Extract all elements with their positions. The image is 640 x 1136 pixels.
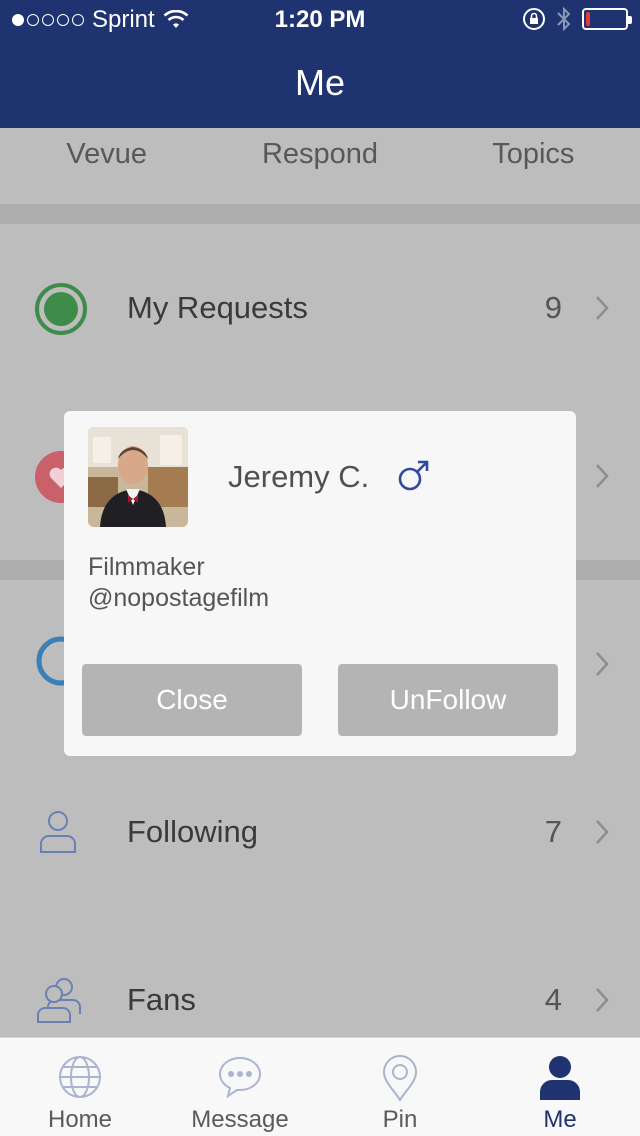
row-label: Fans: [127, 982, 196, 1017]
row-count: 4: [544, 982, 562, 1017]
battery-icon: [582, 8, 632, 30]
orientation-lock-icon: [523, 8, 545, 30]
chevron-right-icon: [596, 296, 609, 320]
tab-pin[interactable]: Pin: [320, 1038, 480, 1136]
row-count: 7: [544, 814, 562, 849]
user-name: Jeremy C.: [228, 459, 370, 494]
tab-topics[interactable]: Topics: [427, 128, 640, 204]
list-item-my-requests[interactable]: My Requests 9: [0, 248, 640, 368]
chevron-right-icon: [596, 464, 609, 488]
tab-label: Home: [47, 1106, 113, 1133]
chevron-right-icon: [596, 652, 609, 676]
tab-home[interactable]: Home: [0, 1038, 160, 1136]
avatar-photo: [88, 427, 188, 527]
tab-message[interactable]: Message: [160, 1038, 320, 1136]
page-title: Me: [294, 62, 345, 103]
bluetooth-icon: [557, 6, 571, 32]
people-outline-icon: [37, 978, 81, 1023]
tab-label: Message: [191, 1106, 289, 1133]
avatar: [88, 427, 188, 527]
row-label: Following: [127, 814, 258, 849]
battery-level: [586, 12, 590, 26]
status-right: [522, 6, 632, 32]
row-label: My Requests: [127, 290, 308, 325]
status-circle-icon: [35, 283, 87, 335]
unfollow-button[interactable]: UnFollow: [338, 664, 558, 736]
globe-icon: [59, 1056, 101, 1098]
tab-label: Me: [543, 1106, 577, 1133]
tab-vevue[interactable]: Vevue: [0, 128, 213, 204]
tab-me[interactable]: Me: [480, 1038, 640, 1136]
close-button[interactable]: Close: [82, 664, 302, 736]
person-outline-icon: [40, 811, 76, 853]
person-icon: [540, 1056, 580, 1100]
segment-tabs: Vevue Respond Topics: [0, 128, 640, 204]
chevron-right-icon: [596, 988, 609, 1012]
bio-handle: @nopostagefilm: [88, 584, 270, 612]
bottom-tab-bar: Home Message Pin Me: [0, 1037, 640, 1136]
row-count: 9: [544, 290, 562, 325]
nav-bar: Me: [0, 40, 640, 128]
bio-title: Filmmaker: [88, 553, 205, 581]
male-gender-icon: [398, 460, 429, 491]
chevron-right-icon: [596, 820, 609, 844]
user-profile-modal: Jeremy C. Filmmaker @nopostagefilm Close…: [64, 411, 576, 756]
status-bar: Sprint 1:20 PM: [0, 0, 640, 40]
list-item-following[interactable]: Following 7: [0, 772, 640, 892]
divider: [0, 204, 640, 224]
tab-label: Pin: [382, 1106, 418, 1133]
chat-bubble-icon: [218, 1056, 262, 1099]
tab-respond[interactable]: Respond: [213, 128, 426, 204]
location-pin-icon: [382, 1055, 418, 1102]
